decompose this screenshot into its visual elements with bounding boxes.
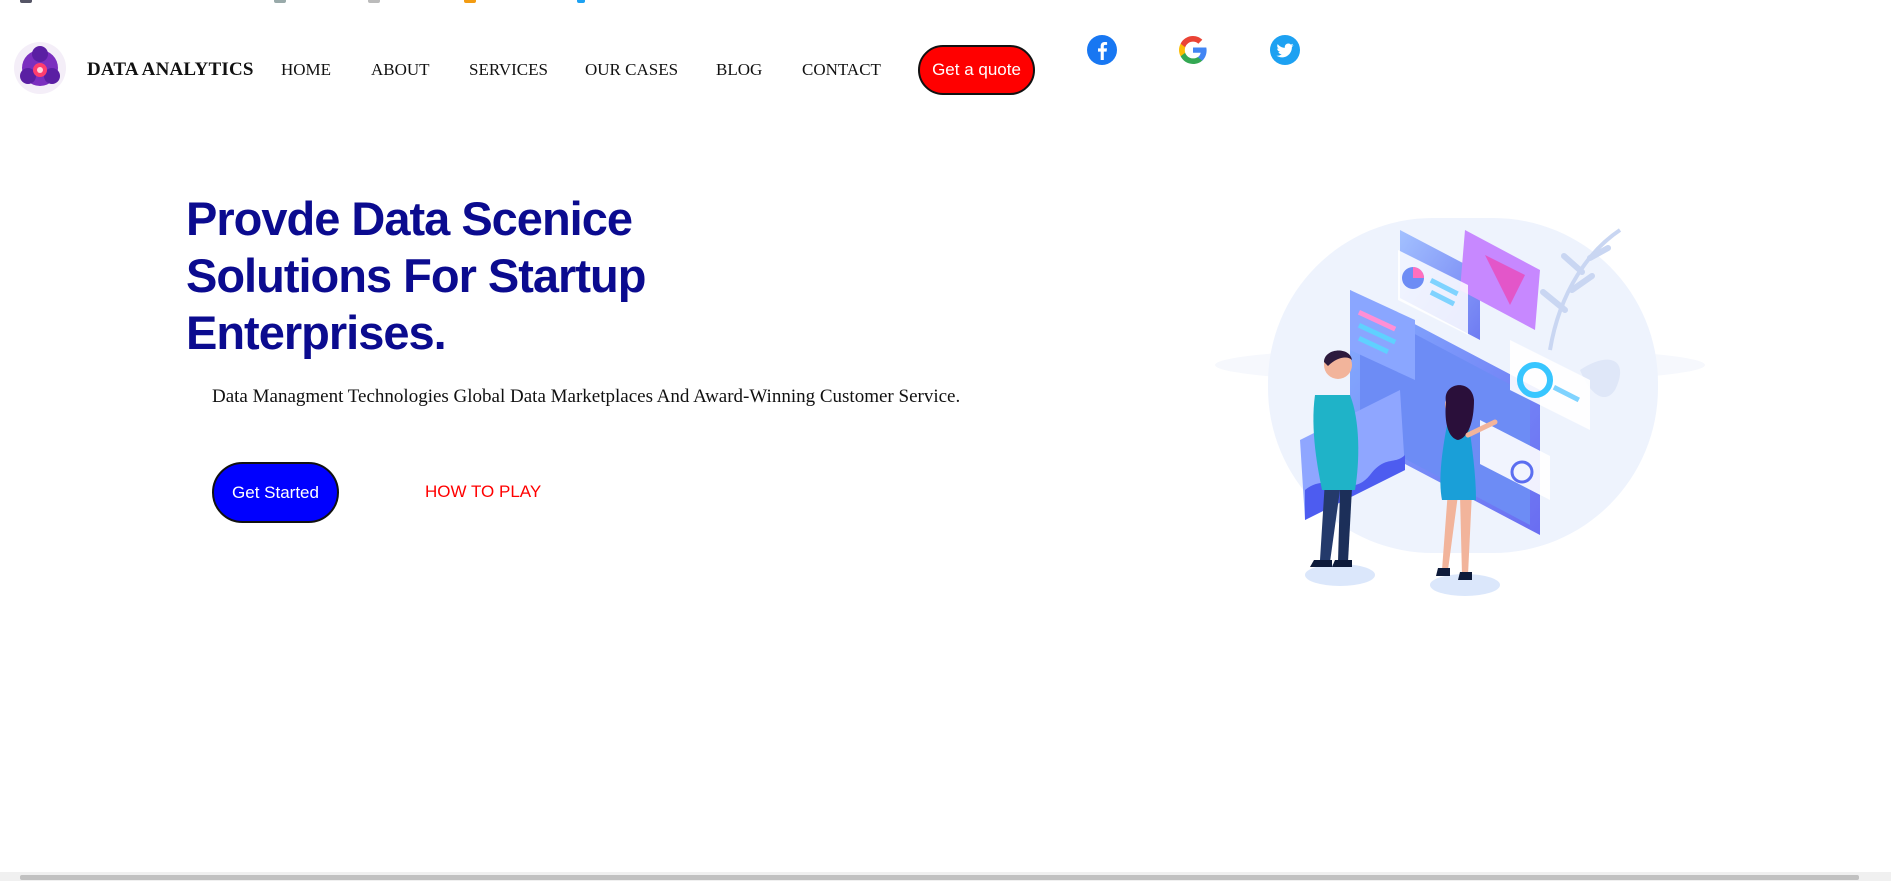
- nav-services[interactable]: SERVICES: [469, 60, 548, 80]
- toolbar-icon[interactable]: [577, 0, 585, 3]
- brand-name[interactable]: DATA ANALYTICS: [87, 59, 254, 81]
- hero-subtitle: Data Managment Technologies Global Data …: [212, 386, 961, 407]
- logo[interactable]: [12, 40, 68, 96]
- toolbar-icon[interactable]: [274, 0, 286, 3]
- logo-icon: [14, 42, 66, 94]
- top-icon-strip: [0, 0, 1891, 4]
- nav-contact[interactable]: CONTACT: [802, 60, 881, 80]
- google-icon[interactable]: [1177, 34, 1209, 66]
- nav-home[interactable]: HOME: [281, 60, 331, 80]
- hero-illustration: [1210, 190, 1710, 610]
- nav-our-cases[interactable]: OUR CASES: [585, 60, 678, 80]
- facebook-icon[interactable]: [1086, 34, 1118, 66]
- how-to-play-link[interactable]: HOW TO PLAY: [425, 482, 541, 502]
- toolbar-icon[interactable]: [464, 0, 476, 3]
- get-a-quote-button[interactable]: Get a quote: [918, 45, 1035, 95]
- scrollbar-thumb[interactable]: [20, 875, 1859, 880]
- nav-about[interactable]: ABOUT: [371, 60, 430, 80]
- get-started-button[interactable]: Get Started: [212, 462, 339, 523]
- toolbar-icon[interactable]: [20, 0, 32, 3]
- hero-title: Provde Data Scenice Solutions For Startu…: [186, 192, 646, 359]
- nav-blog[interactable]: BLOG: [716, 60, 762, 80]
- page: DATA ANALYTICS HOME ABOUT SERVICES OUR C…: [0, 0, 1891, 881]
- twitter-icon[interactable]: [1269, 34, 1301, 66]
- horizontal-scrollbar[interactable]: [0, 872, 1891, 881]
- toolbar-icon[interactable]: [368, 0, 380, 3]
